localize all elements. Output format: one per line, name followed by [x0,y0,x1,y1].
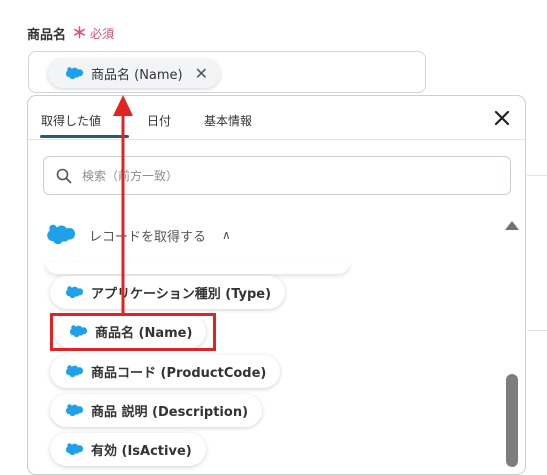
list-item-partial [45,262,350,274]
search-icon [56,168,72,183]
list-item-label: アプリケーション種別 (Type) [91,287,272,302]
field-label: 商品名 ＊ 必須 [27,24,114,44]
list-item-label: 商品 説明 (Description) [91,405,249,420]
required-text: 必須 [90,27,115,41]
scrollbar-thumb[interactable] [506,374,518,467]
tab-basic-info[interactable]: 基本情報 [204,112,252,129]
salesforce-cloud-icon [65,365,83,378]
salesforce-cloud-icon [69,325,87,338]
salesforce-cloud-icon [65,286,83,299]
close-icon[interactable] [493,109,511,127]
list-item-label: 商品名 (Name) [95,326,193,341]
salesforce-cloud-icon [47,224,75,245]
section-label: レコードを取得する [89,229,207,245]
tab-retrieved-values[interactable]: 取得した値 [41,112,101,129]
remove-chip-icon[interactable]: ✕ [195,65,208,82]
tab-date[interactable]: 日付 [147,112,171,129]
background-divider [527,175,547,176]
list-item[interactable]: 商品 説明 (Description) [50,394,263,427]
list-item-label: 商品コード (ProductCode) [91,366,267,381]
salesforce-cloud-icon [65,67,83,80]
tab-bar: 取得した値 日付 基本情報 [28,96,525,140]
selected-value-label: 商品名 (Name) [91,68,183,83]
list-item[interactable]: 商品コード (ProductCode) [50,355,281,388]
required-indicator: ＊ 必須 [72,25,114,42]
selected-value-chip[interactable]: 商品名 (Name) ✕ [48,59,221,88]
section-toggle-get-record[interactable]: レコードを取得する ∧ [44,224,231,246]
active-tab-indicator [40,135,129,138]
value-input[interactable]: 商品名 (Name) ✕ [28,51,426,93]
salesforce-cloud-icon [65,404,83,417]
salesforce-cloud-icon [65,443,83,456]
list-item[interactable]: 有効 (IsActive) [50,433,206,466]
required-star: ＊ [72,24,88,42]
field-label-text: 商品名 [27,28,67,43]
list-item[interactable]: アプリケーション種別 (Type) [50,276,286,309]
list-item-label: 有効 (IsActive) [91,444,192,459]
list-item-highlighted[interactable]: 商品名 (Name) [54,315,207,348]
scroll-up-arrow-icon[interactable] [505,221,519,230]
background-divider [527,330,547,331]
search-input[interactable] [80,167,464,184]
chevron-up-icon: ∧ [222,228,231,242]
search-box[interactable] [43,156,511,195]
